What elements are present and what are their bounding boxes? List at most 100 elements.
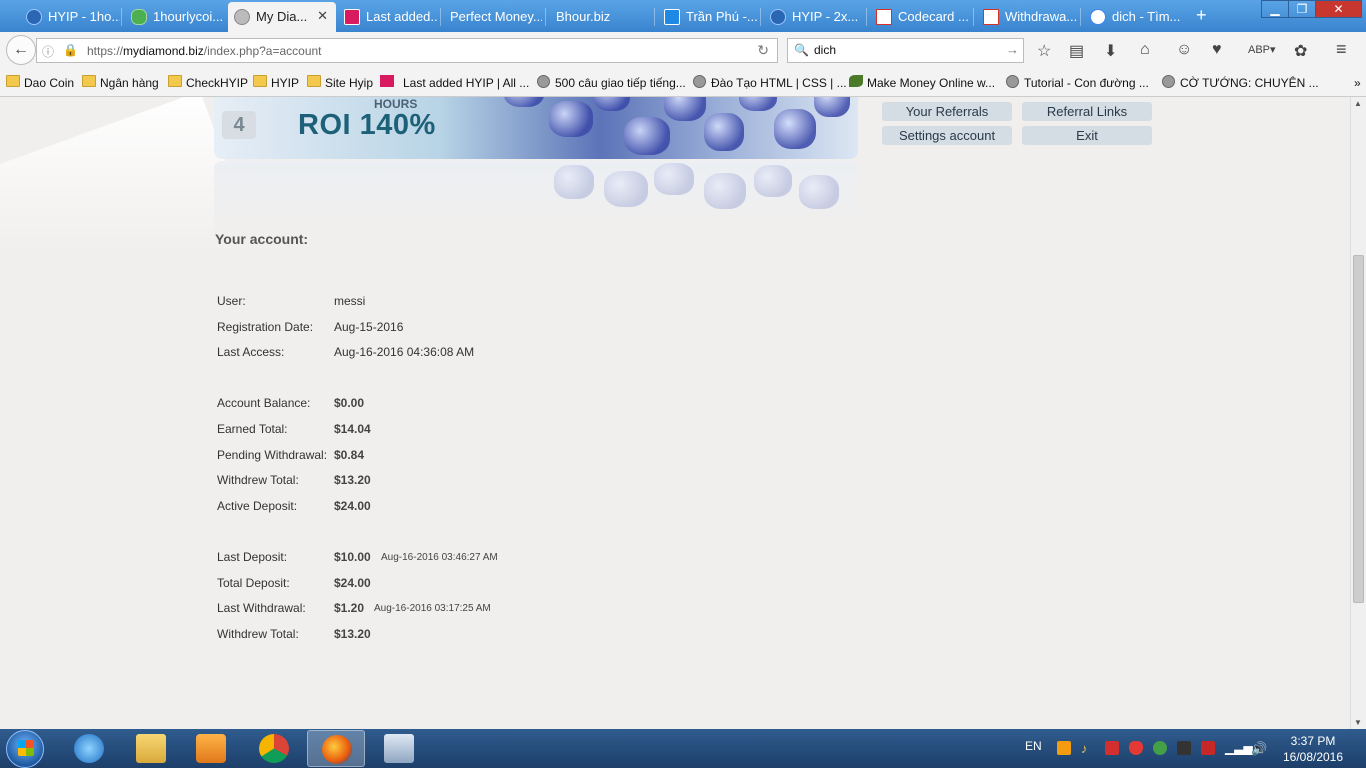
search-box[interactable]: 🔍 → xyxy=(787,38,1024,63)
bookmark-site-hyip[interactable]: Site Hyip xyxy=(307,75,373,90)
url-domain: mydiamond.biz xyxy=(123,44,204,58)
folder-icon xyxy=(253,75,267,87)
search-input[interactable] xyxy=(814,43,994,57)
chat-icon[interactable]: ☺ xyxy=(1176,41,1192,59)
tab-1hourlycoin[interactable]: 1hourlycoi... xyxy=(125,2,225,32)
chrome-app[interactable] xyxy=(245,730,303,767)
your-referrals-button[interactable]: Your Referrals xyxy=(882,102,1012,121)
last-withdrawal-label: Last Withdrawal: xyxy=(217,601,306,615)
firefox-icon xyxy=(322,735,352,764)
exit-button[interactable]: Exit xyxy=(1022,126,1152,145)
page-content: 4 HOURS ROI 140% Your Referrals Referral… xyxy=(0,97,1350,729)
calculator-app[interactable] xyxy=(370,730,428,767)
search-icon: 🔍 xyxy=(794,43,809,57)
close-tab-icon[interactable]: ✕ xyxy=(317,8,328,24)
settings-account-button[interactable]: Settings account xyxy=(882,126,1012,145)
bookmark-dao-tao-html[interactable]: Đào Tạo HTML | CSS | ... xyxy=(693,75,847,90)
bookmark-500-cau[interactable]: 500 câu giao tiếp tiếng... xyxy=(537,75,686,90)
bookmark-tutorial[interactable]: Tutorial - Con đường ... xyxy=(1006,75,1149,90)
pocket-icon[interactable]: ♥ xyxy=(1212,41,1222,59)
bookmark-label: Đào Tạo HTML | CSS | ... xyxy=(711,76,847,90)
reading-list-icon[interactable]: ▤ xyxy=(1069,41,1084,61)
adblock-icon[interactable]: ABP▾ xyxy=(1248,43,1276,56)
folder-icon xyxy=(6,75,20,87)
bookmark-hyip[interactable]: HYIP xyxy=(253,75,300,90)
tab-hyip-1hour[interactable]: HYIP - 1ho... xyxy=(20,2,120,32)
language-indicator[interactable]: EN xyxy=(1025,739,1042,753)
bookmark-checkhyip[interactable]: CheckHYIP xyxy=(168,75,248,90)
registration-date-label: Registration Date: xyxy=(217,320,314,334)
system-clock[interactable]: 3:37 PM 16/08/2016 xyxy=(1278,733,1348,765)
vertical-scrollbar[interactable]: ▲ ▼ xyxy=(1350,97,1366,729)
earned-total-label: Earned Total: xyxy=(217,422,288,436)
hamburger-menu-icon[interactable]: ≡ xyxy=(1336,39,1347,60)
folder-icon xyxy=(307,75,321,87)
maximize-button[interactable]: ❐ xyxy=(1288,0,1316,18)
back-button[interactable]: ← xyxy=(6,35,36,65)
last-deposit-label: Last Deposit: xyxy=(217,550,288,564)
scrollbar-thumb[interactable] xyxy=(1353,255,1364,603)
referral-links-button[interactable]: Referral Links xyxy=(1022,102,1152,121)
new-tab-button[interactable]: + xyxy=(1196,5,1207,26)
close-window-button[interactable]: ✕ xyxy=(1315,0,1362,18)
search-go-icon[interactable]: → xyxy=(1006,42,1019,57)
tray-app-icon[interactable] xyxy=(1057,741,1071,755)
last-added-icon xyxy=(380,75,394,87)
url-prefix: https:// xyxy=(87,44,124,58)
internet-explorer-app[interactable] xyxy=(60,730,118,767)
bookmark-dao-coin[interactable]: Dao Coin xyxy=(6,75,74,90)
flag-tray-icon[interactable] xyxy=(1201,741,1215,755)
tab-label: Withdrawa... xyxy=(1005,9,1077,24)
tab-bhour[interactable]: Bhour.biz xyxy=(528,2,653,32)
bookmark-star-icon[interactable]: ☆ xyxy=(1037,41,1051,61)
tab-label: 1hourlycoi... xyxy=(153,9,224,24)
last-deposit-timestamp: Aug-16-2016 03:46:27 AM xyxy=(381,552,498,563)
file-explorer-app[interactable] xyxy=(122,730,180,767)
reload-icon[interactable]: ↻ xyxy=(757,42,769,59)
minimize-button[interactable]: ▁ xyxy=(1261,0,1289,18)
vietkey-tray-icon[interactable] xyxy=(1105,741,1119,755)
tab-label: Trần Phú -... xyxy=(686,9,758,24)
info-icon[interactable]: ⓘ xyxy=(42,43,54,60)
monitor-tray-icon[interactable] xyxy=(1177,741,1191,755)
bookmark-co-tuong[interactable]: CỜ TƯỚNG: CHUYÊN ... xyxy=(1162,75,1319,90)
bookmark-label: Last added HYIP | All ... xyxy=(403,76,530,90)
tab-label: Bhour.biz xyxy=(556,9,611,24)
music-tray-icon[interactable]: ♪ xyxy=(1081,741,1095,756)
download-icon[interactable]: ⬇ xyxy=(1104,41,1117,61)
bookmark-label: 500 câu giao tiếp tiếng... xyxy=(555,76,686,90)
signal-icon[interactable]: ▁▃▅ xyxy=(1225,741,1253,755)
scroll-down-icon[interactable]: ▼ xyxy=(1354,718,1362,727)
tab-perfect-money[interactable]: Perfect Money... xyxy=(422,2,542,32)
tab-label: dich - Tìm... xyxy=(1112,9,1181,24)
tab-withdrawal[interactable]: Withdrawa... xyxy=(977,2,1077,32)
bookmarks-overflow-button[interactable]: » xyxy=(1340,76,1361,90)
tab-my-diamond[interactable]: My Dia... ✕ xyxy=(228,2,336,32)
google-icon xyxy=(1090,9,1106,25)
total-deposit-label: Total Deposit: xyxy=(217,576,290,590)
media-player-app[interactable] xyxy=(182,730,240,767)
extension-icon[interactable]: ✿ xyxy=(1294,41,1307,61)
address-bar[interactable]: ⓘ 🔒 https://mydiamond.biz/index.php?a=ac… xyxy=(36,38,778,63)
tab-dich-google[interactable]: dich - Tìm... xyxy=(1084,2,1184,32)
tab-tran-phu[interactable]: Trần Phú -... xyxy=(658,2,758,32)
firefox-app[interactable] xyxy=(307,730,365,767)
volume-icon[interactable]: 🔊 xyxy=(1251,741,1267,756)
scroll-up-icon[interactable]: ▲ xyxy=(1354,99,1362,108)
account-balance-value: $0.00 xyxy=(334,396,365,410)
url-text[interactable]: https://mydiamond.biz/index.php?a=accoun… xyxy=(87,44,322,58)
start-button[interactable] xyxy=(6,730,44,768)
shield-tray-icon[interactable] xyxy=(1129,741,1143,755)
bookmark-ngan-hang[interactable]: Ngân hàng xyxy=(82,75,159,90)
tab-codecard[interactable]: Codecard ... xyxy=(870,2,970,32)
bookmark-last-added[interactable]: Last added HYIP | All ... xyxy=(380,75,530,90)
leaf-icon xyxy=(849,75,863,87)
pending-withdrawal-label: Pending Withdrawal: xyxy=(217,448,328,462)
bookmark-label: HYIP xyxy=(271,76,300,90)
last-access-value: Aug-16-2016 04:36:08 AM xyxy=(334,345,475,359)
tab-hyip-2x[interactable]: HYIP - 2x... xyxy=(764,2,864,32)
tab-label: HYIP - 1ho... xyxy=(48,9,120,24)
network-tray-icon[interactable] xyxy=(1153,741,1167,755)
bookmark-make-money[interactable]: Make Money Online w... xyxy=(849,75,995,90)
home-icon[interactable]: ⌂ xyxy=(1140,41,1150,59)
